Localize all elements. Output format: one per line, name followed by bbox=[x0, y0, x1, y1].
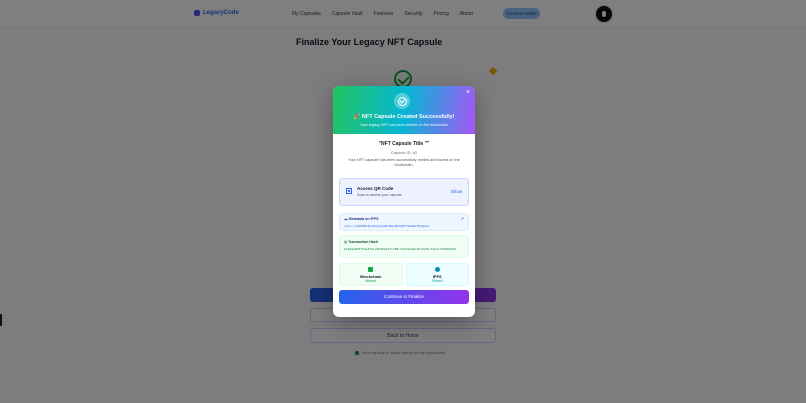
transaction-label-text: Transaction Hash bbox=[348, 240, 379, 244]
transaction-hash[interactable]: 0x4a9e8d5f7be37b1c26d0e5a7fc88c1bd7e2d4e… bbox=[344, 247, 468, 251]
ipfs-label-text: Metadata on IPFS bbox=[348, 217, 379, 221]
transaction-card: ◷ Transaction Hash 0x4a9e8d5f7be37b1c26d… bbox=[339, 235, 469, 258]
qr-code-subtitle: Scan to access your capsule bbox=[357, 193, 402, 197]
capsule-description: Your NFT capsule has been successfully m… bbox=[348, 158, 460, 167]
ipfs-status-card: IPFS Stored bbox=[405, 263, 469, 286]
modal-body: "NFT Capsule Title "" Capsule ID: #2 You… bbox=[333, 134, 475, 304]
check-circle-icon bbox=[394, 93, 410, 109]
external-link-icon[interactable]: ↗ bbox=[460, 216, 464, 222]
blockchain-status: Minted bbox=[365, 279, 377, 283]
ipfs-url[interactable]: ipfs://QmX8Bx4kLNrpQzyW5vMgc9HdqRfT2nWsK… bbox=[344, 224, 466, 228]
show-qr-button[interactable]: Show bbox=[451, 189, 462, 194]
globe-icon bbox=[434, 267, 440, 272]
close-icon[interactable]: × bbox=[466, 89, 470, 96]
blockchain-status-card: Blockchain Minted bbox=[339, 263, 403, 286]
capsule-id: Capsule ID: #2 bbox=[390, 150, 418, 155]
qr-code-label: Access QR Code bbox=[357, 186, 394, 191]
continue-to-finalize-button[interactable]: Continue to Finalize bbox=[339, 290, 469, 304]
status-stats: Blockchain Minted IPFS Stored bbox=[339, 263, 469, 286]
check-square-icon bbox=[368, 267, 374, 272]
success-modal: × 🎉 NFT Capsule Created Successfully! Yo… bbox=[333, 86, 475, 317]
qr-code-card: Access QR Code Scan to access your capsu… bbox=[339, 178, 469, 206]
capsule-title: "NFT Capsule Title "" bbox=[378, 141, 430, 147]
ipfs-status: Stored bbox=[431, 279, 443, 283]
qr-code-icon bbox=[346, 188, 352, 194]
edge-marker bbox=[0, 314, 2, 326]
transaction-label: ◷ Transaction Hash bbox=[344, 240, 379, 244]
modal-title: 🎉 NFT Capsule Created Successfully! bbox=[353, 114, 455, 120]
ipfs-label: ☁ Metadata on IPFS bbox=[344, 217, 379, 221]
modal-header: × 🎉 NFT Capsule Created Successfully! Yo… bbox=[333, 86, 475, 134]
modal-subtitle: Your legacy NFT has been minted on the b… bbox=[360, 123, 448, 127]
ipfs-card: ☁ Metadata on IPFS ↗ ipfs://QmX8Bx4kLNrp… bbox=[339, 213, 469, 231]
